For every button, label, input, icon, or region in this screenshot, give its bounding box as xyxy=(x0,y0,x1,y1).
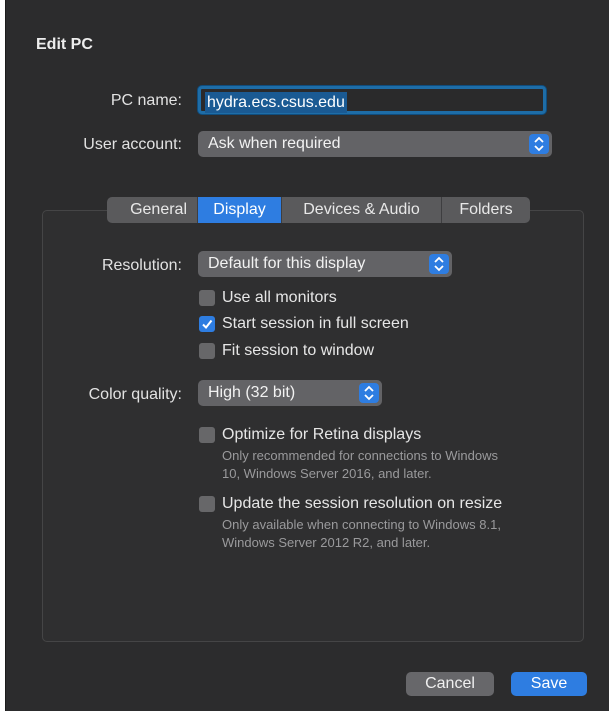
cancel-button[interactable]: Cancel xyxy=(406,672,494,696)
resize-hint-line1: Only available when connecting to Window… xyxy=(222,517,501,532)
pc-name-value: hydra.ecs.csus.edu xyxy=(205,92,347,113)
fit-to-window-checkbox[interactable] xyxy=(199,343,215,359)
retina-label: Optimize for Retina displays xyxy=(222,426,422,443)
resize-hint-line2: Windows Server 2012 R2, and later. xyxy=(222,535,431,550)
user-account-value: Ask when required xyxy=(208,135,341,152)
pc-name-label: PC name: xyxy=(110,92,182,109)
use-all-monitors-checkbox[interactable] xyxy=(199,290,215,306)
user-account-label: User account: xyxy=(83,136,182,153)
user-account-select[interactable]: Ask when required xyxy=(198,131,552,157)
color-quality-select[interactable]: High (32 bit) xyxy=(198,380,382,406)
tab-display[interactable]: Display xyxy=(198,197,282,223)
full-screen-label: Start session in full screen xyxy=(222,315,409,332)
retina-checkbox[interactable] xyxy=(199,427,215,443)
tab-devices-audio[interactable]: Devices & Audio xyxy=(282,197,442,223)
chevron-updown-icon xyxy=(429,254,449,274)
retina-hint-line1: Only recommended for connections to Wind… xyxy=(222,448,499,463)
pc-name-input[interactable]: hydra.ecs.csus.edu xyxy=(198,86,546,114)
resize-checkbox[interactable] xyxy=(199,496,215,512)
resolution-select[interactable]: Default for this display xyxy=(198,251,452,277)
tab-bar: General Display Devices & Audio Folders xyxy=(107,197,530,223)
retina-hint-line2: 10, Windows Server 2016, and later. xyxy=(222,466,432,481)
save-button[interactable]: Save xyxy=(511,672,587,696)
color-quality-value: High (32 bit) xyxy=(208,384,296,401)
full-screen-checkbox[interactable] xyxy=(199,316,215,332)
use-all-monitors-label: Use all monitors xyxy=(222,289,337,306)
chevron-updown-icon xyxy=(529,134,549,154)
checkmark-icon xyxy=(202,319,213,330)
tab-folders[interactable]: Folders xyxy=(442,197,530,223)
resolution-value: Default for this display xyxy=(208,255,366,272)
tab-general[interactable]: General xyxy=(107,197,198,223)
edit-pc-dialog: Edit PC PC name: hydra.ecs.csus.edu User… xyxy=(5,0,609,711)
chevron-updown-icon xyxy=(359,383,379,403)
dialog-title: Edit PC xyxy=(36,36,93,53)
resolution-label: Resolution: xyxy=(101,257,182,274)
fit-to-window-label: Fit session to window xyxy=(222,342,375,359)
resize-label: Update the session resolution on resize xyxy=(222,495,503,512)
color-quality-label: Color quality: xyxy=(88,386,182,403)
